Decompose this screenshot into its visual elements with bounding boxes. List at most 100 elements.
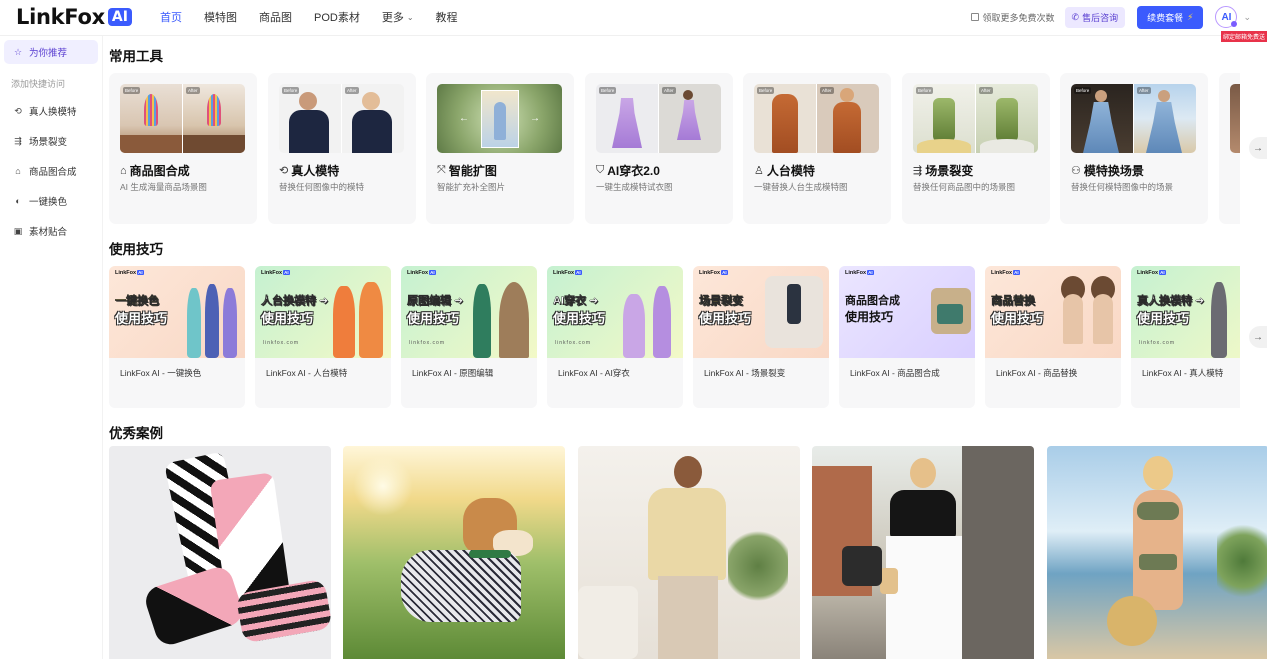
section-title-tips: 使用技巧: [109, 242, 163, 257]
tool-desc: AI 生成海量商品场景图: [120, 182, 207, 192]
tool-card-smart-expand[interactable]: ← → ⤧ 智能扩图 智能扩充补全图片: [426, 73, 574, 224]
tip-banner: LinkFox AI 商品图合成 使用技巧: [839, 266, 975, 358]
tip-banner: LinkFox AI AI穿衣 ➜ 使用技巧 linkfox.com: [547, 266, 683, 358]
tools-carousel: Before After ⌂ 商品图合成 AI 生成海量商品场景图 Before …: [109, 73, 1240, 224]
sidebar-item-recommend[interactable]: ☆ 为你推荐: [4, 40, 98, 64]
bag-icon: ⌂: [120, 164, 127, 177]
sidebar-item-material-paste[interactable]: ▣ 素材贴合: [4, 219, 98, 243]
tool-card-scene-split[interactable]: Before After ⇶ 场景裂变 替换任何商品图中的场景图: [902, 73, 1050, 224]
case-image-woman-street[interactable]: [812, 446, 1034, 659]
tip-caption: LinkFox AI - 原图编辑: [412, 368, 494, 378]
cases-gallery: [109, 446, 1267, 659]
color-icon: ◐: [15, 196, 21, 206]
star-icon: ☆: [13, 46, 23, 57]
tool-title: ⇶ 场景裂变: [913, 164, 974, 178]
tip-card[interactable]: LinkFox AI 场景裂变 使用技巧 LinkFox AI - 场景裂变: [693, 266, 829, 408]
case-image-beach[interactable]: [1047, 446, 1267, 659]
top-header: LinkFox AI 首页 模特图 商品图 POD素材 更多 ⌄ 教程 领取更多免…: [0, 0, 1267, 42]
case-image-dog[interactable]: [343, 446, 565, 659]
logo-text: LinkFox: [16, 5, 105, 29]
chevron-down-icon[interactable]: ⌄: [1243, 12, 1251, 23]
avatar-badge-icon: [1231, 21, 1238, 27]
logo-badge: AI: [107, 8, 132, 26]
tip-card[interactable]: LinkFox AI 商品替换 使用技巧 LinkFox AI - 商品替换: [985, 266, 1121, 408]
sidebar-item-swap-model[interactable]: ⟲ 真人换模特: [4, 99, 98, 123]
case-image-socks[interactable]: [109, 446, 331, 659]
sidebar: ☆ 为你推荐 添加快捷访问 ⟲ 真人换模特 ⇶ 场景裂变 ⌂ 商品图合成 ◐ 一…: [0, 36, 103, 659]
tool-desc: 智能扩充补全图片: [437, 182, 506, 192]
sidebar-item-scene-split[interactable]: ⇶ 场景裂变: [4, 129, 98, 153]
tool-preview-image: Before After: [754, 84, 879, 153]
free-credits-link[interactable]: 领取更多免费次数: [970, 11, 1055, 24]
tool-card-product-compose[interactable]: Before After ⌂ 商品图合成 AI 生成海量商品场景图: [109, 73, 257, 224]
tip-card[interactable]: LinkFox AI 商品图合成 使用技巧 LinkFox AI - 商品图合成: [839, 266, 975, 408]
red-promo-tag[interactable]: 绑定邮箱免费送: [1220, 31, 1267, 42]
tool-preview-image: Before After: [120, 84, 245, 153]
tool-desc: 一键替换人台生成模特图: [754, 182, 848, 192]
sidebar-item-product-compose[interactable]: ⌂ 商品图合成: [4, 159, 98, 183]
tip-card[interactable]: LinkFox AI AI穿衣 ➜ 使用技巧 linkfox.com LinkFo…: [547, 266, 683, 408]
tip-banner: LinkFox AI 人台换模特 ➜ 使用技巧 linkfox.com: [255, 266, 391, 358]
tool-title: ⌂ 商品图合成: [120, 164, 190, 178]
tip-banner: LinkFox AI 一键换色 使用技巧: [109, 266, 245, 358]
after-sale-button[interactable]: ✆ 售后咨询: [1064, 6, 1126, 28]
arrow-right-icon: →: [1253, 142, 1263, 154]
tool-card-partial[interactable]: [1219, 73, 1240, 224]
bolt-icon: ⚡: [1187, 11, 1194, 22]
nav-model[interactable]: 模特图: [204, 9, 237, 25]
section-title-cases: 优秀案例: [109, 426, 163, 441]
tool-title: ♙ 人台模特: [754, 164, 815, 178]
quick-access-label[interactable]: 添加快捷访问: [11, 77, 65, 90]
tips-next-arrow[interactable]: →: [1249, 326, 1267, 348]
tip-card[interactable]: LinkFox AI 一键换色 使用技巧 LinkFox AI - 一键换色: [109, 266, 245, 408]
tip-caption: LinkFox AI - 真人模特: [1142, 368, 1224, 378]
tools-next-arrow[interactable]: →: [1249, 137, 1267, 159]
mannequin-icon: ♙: [754, 165, 764, 177]
nav-home[interactable]: 首页: [160, 9, 182, 25]
tip-caption: LinkFox AI - 一键换色: [120, 368, 202, 378]
shirt-icon: ⛉: [596, 164, 605, 176]
scene-swap-icon: ⚇: [1071, 165, 1081, 177]
tool-desc: 替换任何模特图像中的场景: [1071, 182, 1174, 192]
swap-person-icon: ⟲: [279, 165, 289, 177]
phone-icon: ✆: [1071, 11, 1080, 22]
nav-more[interactable]: 更多 ⌄: [382, 9, 414, 25]
tool-preview-image: Before After: [1071, 84, 1196, 153]
tool-card-mannequin[interactable]: Before After ♙ 人台模特 一键替换人台生成模特图: [743, 73, 891, 224]
tip-caption: LinkFox AI - AI穿衣: [558, 368, 630, 378]
tool-preview-image: ← →: [437, 84, 562, 153]
tip-card[interactable]: LinkFox AI 原图编辑 ➜ 使用技巧 linkfox.com LinkFo…: [401, 266, 537, 408]
nav-pod[interactable]: POD素材: [314, 9, 360, 25]
case-image-man[interactable]: [578, 446, 800, 659]
expand-icon: ⤧: [437, 164, 446, 176]
tip-banner: LinkFox AI 原图编辑 ➜ 使用技巧 linkfox.com: [401, 266, 537, 358]
renew-button[interactable]: 续费套餐 ⚡: [1137, 5, 1204, 29]
tip-card[interactable]: LinkFox AI 真人换模特 ➜ 使用技巧 linkfox.com LinkF…: [1131, 266, 1240, 408]
tool-preview-image: Before After: [913, 84, 1038, 153]
tool-card-real-model[interactable]: Before After ⟲ 真人模特 替换任何图像中的模特: [268, 73, 416, 224]
tip-banner: LinkFox AI 商品替换 使用技巧: [985, 266, 1121, 358]
sidebar-item-recolor[interactable]: ◐ 一键换色: [4, 189, 98, 213]
tip-caption: LinkFox AI - 商品替换: [996, 368, 1078, 378]
tip-caption: LinkFox AI - 场景裂变: [704, 368, 786, 378]
logo[interactable]: LinkFox AI: [16, 5, 132, 29]
section-title-tools: 常用工具: [109, 49, 163, 64]
chevron-down-icon: ⌄: [406, 12, 414, 22]
tip-banner: LinkFox AI 场景裂变 使用技巧: [693, 266, 829, 358]
tool-card-scene-swap[interactable]: Before After ⚇ 模特换场景 替换任何模特图像中的场景: [1060, 73, 1208, 224]
tips-carousel: LinkFox AI 一键换色 使用技巧 LinkFox AI - 一键换色 Li…: [109, 266, 1240, 408]
avatar[interactable]: AI: [1215, 6, 1238, 28]
nav-tutorial[interactable]: 教程: [436, 9, 458, 25]
tool-preview-image: [1230, 84, 1240, 153]
nav-product[interactable]: 商品图: [259, 9, 292, 25]
bag-icon: ⌂: [15, 166, 21, 176]
tool-preview-image: Before After: [279, 84, 404, 153]
tool-card-ai-dress[interactable]: Before After ⛉ AI穿衣2.0 一键生成模特试衣图: [585, 73, 733, 224]
tool-desc: 一键生成模特试衣图: [596, 182, 673, 192]
tip-banner: LinkFox AI 真人换模特 ➜ 使用技巧 linkfox.com: [1131, 266, 1240, 358]
tool-title: ⤧ 智能扩图: [437, 164, 497, 178]
tip-card[interactable]: LinkFox AI 人台换模特 ➜ 使用技巧 linkfox.com LinkF…: [255, 266, 391, 408]
arrow-right-icon: →: [1253, 331, 1263, 343]
main-nav: 首页 模特图 商品图 POD素材 更多 ⌄ 教程: [160, 0, 480, 34]
tool-title: ⟲ 真人模特: [279, 164, 340, 178]
